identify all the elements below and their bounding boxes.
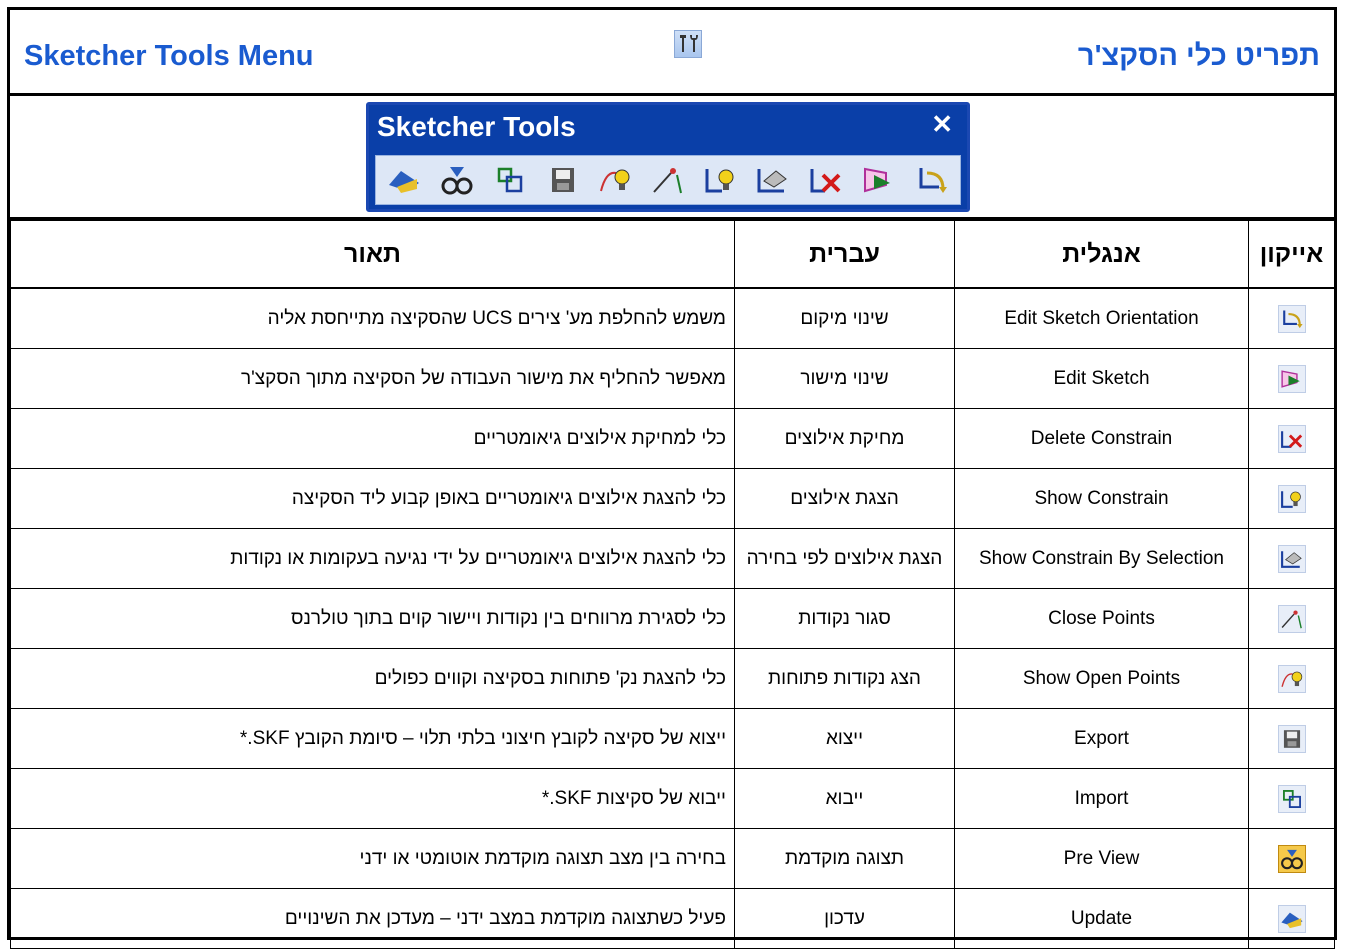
close-icon[interactable]: ✕ [931, 109, 953, 140]
update-icon[interactable] [385, 161, 423, 199]
icon-cell [1248, 888, 1335, 949]
icon-cell [1248, 287, 1335, 349]
english-name: Import [954, 768, 1249, 829]
table-row: Update עדכון פעיל כשתצוגה מוקדמת במצב יד… [10, 888, 1335, 949]
description: כלי להצגת נק' פתוחות בסקיצה וקווים כפולי… [10, 648, 735, 709]
close-points-icon[interactable] [649, 161, 687, 199]
edit-sketch-orientation-icon[interactable] [913, 161, 951, 199]
import-icon[interactable] [491, 161, 529, 199]
description: כלי להצגת אילוצים גיאומטריים על ידי נגיע… [10, 528, 735, 589]
icon-cell [1248, 768, 1335, 829]
hebrew-name: הצגת אילוצים [734, 468, 955, 529]
description: ייצוא של סקיצה לקובץ חיצוני בלתי תלוי – … [10, 708, 735, 769]
icon-cell [1248, 528, 1335, 589]
title-english: Sketcher Tools Menu [24, 40, 314, 72]
table-row: Edit Sketch Orientation שינוי מיקום משמש… [10, 287, 1335, 349]
description: כלי להצגת אילוצים גיאומטריים באופן קבוע … [10, 468, 735, 529]
title-hebrew: תפריט כלי הסקצ'ר [1077, 40, 1320, 72]
description: כלי לסגירת מרווחים בין נקודות ויישור קוי… [10, 588, 735, 649]
description: ייבוא של סקיצות SKF.* [10, 768, 735, 829]
import-icon [1277, 784, 1306, 813]
hebrew-name: תצוגה מוקדמת [734, 828, 955, 889]
english-name: Show Constrain By Selection [954, 528, 1249, 589]
show-constrain-by-selection-icon[interactable] [754, 161, 792, 199]
table-header-row: אייקון אנגלית עברית תאור [10, 220, 1335, 289]
english-name: Edit Sketch Orientation [954, 287, 1249, 349]
delete-constrain-icon[interactable] [807, 161, 845, 199]
table-row: Edit Sketch שינוי מישור מאפשר להחליף את … [10, 348, 1335, 409]
edit-sketch-orientation-icon [1277, 304, 1306, 333]
hebrew-name: הצגת אילוצים לפי בחירה [734, 528, 955, 589]
english-name: Export [954, 708, 1249, 769]
show-constrain-icon[interactable] [702, 161, 740, 199]
close-points-icon [1277, 604, 1306, 633]
show-constrain-by-selection-icon [1277, 544, 1306, 573]
description: משמש להחלפת מע' צירים UCS שהסקיצה מתייחס… [10, 287, 735, 349]
edit-sketch-icon[interactable] [860, 161, 898, 199]
table-row: Show Open Points הצג נקודות פתוחות כלי ל… [10, 648, 1335, 709]
icon-cell [1248, 708, 1335, 769]
tools-icon [674, 30, 702, 58]
hebrew-name: שינוי מישור [734, 348, 955, 409]
table-row: Export ייצוא ייצוא של סקיצה לקובץ חיצוני… [10, 708, 1335, 769]
icon-cell [1248, 828, 1335, 889]
english-name: Show Constrain [954, 468, 1249, 529]
column-header-hebrew: עברית [734, 220, 955, 289]
header-row: Sketcher Tools Menu תפריט כלי הסקצ'ר [10, 10, 1334, 96]
update-icon [1277, 904, 1306, 933]
table-row: Close Points סגור נקודות כלי לסגירת מרוו… [10, 588, 1335, 649]
toolbar-icon-strip [375, 155, 961, 205]
show-open-points-icon[interactable] [596, 161, 634, 199]
column-header-english: אנגלית [954, 220, 1249, 289]
english-name: Pre View [954, 828, 1249, 889]
table-row: Show Constrain הצגת אילוצים כלי להצגת אי… [10, 468, 1335, 529]
export-icon[interactable] [544, 161, 582, 199]
icon-cell [1248, 408, 1335, 469]
table-row: Import ייבוא ייבוא של סקיצות SKF.* [10, 768, 1335, 829]
document-frame: Sketcher Tools Menu תפריט כלי הסקצ'ר Ske… [7, 7, 1337, 949]
icon-cell [1248, 468, 1335, 529]
pre-view-icon[interactable] [438, 161, 476, 199]
edit-sketch-icon [1277, 364, 1306, 393]
english-name: Delete Constrain [954, 408, 1249, 469]
column-header-icon: אייקון [1248, 220, 1335, 289]
table-row: Delete Constrain מחיקת אילוצים כלי למחיק… [10, 408, 1335, 469]
tools-table: אייקון אנגלית עברית תאור Edit Sketch Ori… [10, 220, 1335, 949]
hebrew-name: עדכון [734, 888, 955, 949]
show-constrain-icon [1277, 484, 1306, 513]
hebrew-name: שינוי מיקום [734, 287, 955, 349]
pre-view-icon [1277, 844, 1306, 873]
hebrew-name: סגור נקודות [734, 588, 955, 649]
table-row: Pre View תצוגה מוקדמת בחירה בין מצב תצוג… [10, 828, 1335, 889]
hebrew-name: מחיקת אילוצים [734, 408, 955, 469]
hebrew-name: הצג נקודות פתוחות [734, 648, 955, 709]
description: בחירה בין מצב תצוגה מוקדמת אוטומטי או יד… [10, 828, 735, 889]
english-name: Edit Sketch [954, 348, 1249, 409]
toolbar-row: Sketcher Tools ✕ [10, 96, 1334, 220]
hebrew-name: ייצוא [734, 708, 955, 769]
english-name: Show Open Points [954, 648, 1249, 709]
hebrew-name: ייבוא [734, 768, 955, 829]
delete-constrain-icon [1277, 424, 1306, 453]
english-name: Close Points [954, 588, 1249, 649]
show-open-points-icon [1277, 664, 1306, 693]
export-icon [1277, 724, 1306, 753]
description: מאפשר להחליף את מישור העבודה של הסקיצה מ… [10, 348, 735, 409]
description: כלי למחיקת אילוצים גיאומטריים [10, 408, 735, 469]
column-header-description: תאור [10, 220, 735, 289]
table-row: Show Constrain By Selection הצגת אילוצים… [10, 528, 1335, 589]
description: פעיל כשתצוגה מוקדמת במצב ידני – מעדכן את… [10, 888, 735, 949]
toolbar-title: Sketcher Tools [377, 111, 576, 142]
sketcher-tools-toolbar[interactable]: Sketcher Tools ✕ [366, 102, 970, 212]
icon-cell [1248, 648, 1335, 709]
icon-cell [1248, 348, 1335, 409]
icon-cell [1248, 588, 1335, 649]
english-name: Update [954, 888, 1249, 949]
